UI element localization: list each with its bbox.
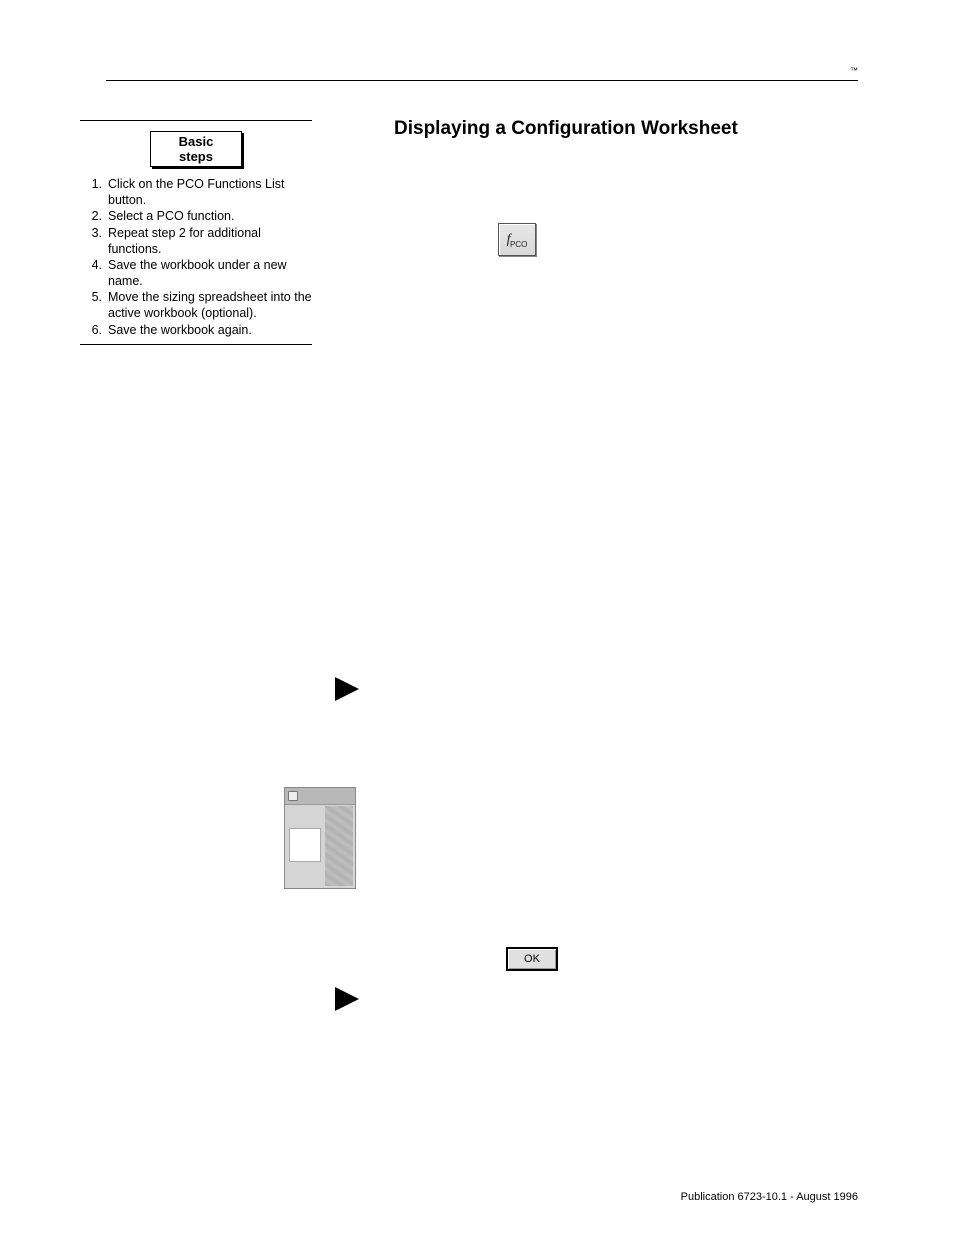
step-number: 1. (80, 177, 108, 208)
thumbnail-texture (325, 806, 353, 886)
thumbnail-sheet (289, 828, 321, 862)
step-text: Repeat step 2 for additional functions. (108, 226, 312, 257)
step-item: 4.Save the workbook under a new name. (80, 258, 312, 289)
step-item: 1.Click on the PCO Functions List button… (80, 177, 312, 208)
worksheet-thumbnail-icon (284, 787, 356, 889)
step-text: Move the sizing spreadsheet into the act… (108, 290, 312, 321)
play-arrow-icon (335, 677, 359, 701)
step-item: 5.Move the sizing spreadsheet into the a… (80, 290, 312, 321)
step-number: 5. (80, 290, 108, 321)
step-text: Select a PCO function. (108, 209, 312, 225)
fpco-sub-glyph: PCO (510, 240, 527, 249)
thumbnail-titlebar (285, 788, 355, 805)
step-number: 4. (80, 258, 108, 289)
ok-button[interactable]: OK (506, 947, 558, 971)
step-item: 3.Repeat step 2 for additional functions… (80, 226, 312, 257)
header-rule (106, 80, 858, 81)
step-text: Save the workbook under a new name. (108, 258, 312, 289)
sidebar-rule-top (80, 120, 312, 121)
basic-steps-sidebar: Basic steps 1.Click on the PCO Functions… (80, 120, 312, 345)
step-item: 6.Save the workbook again. (80, 323, 312, 339)
pco-functions-list-button-icon[interactable]: fPCO (498, 223, 536, 256)
step-number: 6. (80, 323, 108, 339)
step-text: Click on the PCO Functions List button. (108, 177, 312, 208)
publication-footer: Publication 6723-10.1 - August 1996 (681, 1191, 858, 1203)
play-arrow-icon (335, 987, 359, 1011)
basic-steps-label-box: Basic steps (150, 131, 242, 167)
section-heading: Displaying a Configuration Worksheet (394, 118, 738, 140)
sidebar-rule-bottom (80, 344, 312, 345)
steps-list: 1.Click on the PCO Functions List button… (80, 177, 312, 338)
step-item: 2.Select a PCO function. (80, 209, 312, 225)
step-text: Save the workbook again. (108, 323, 312, 339)
step-number: 2. (80, 209, 108, 225)
trademark-symbol: ™ (850, 66, 858, 75)
step-number: 3. (80, 226, 108, 257)
